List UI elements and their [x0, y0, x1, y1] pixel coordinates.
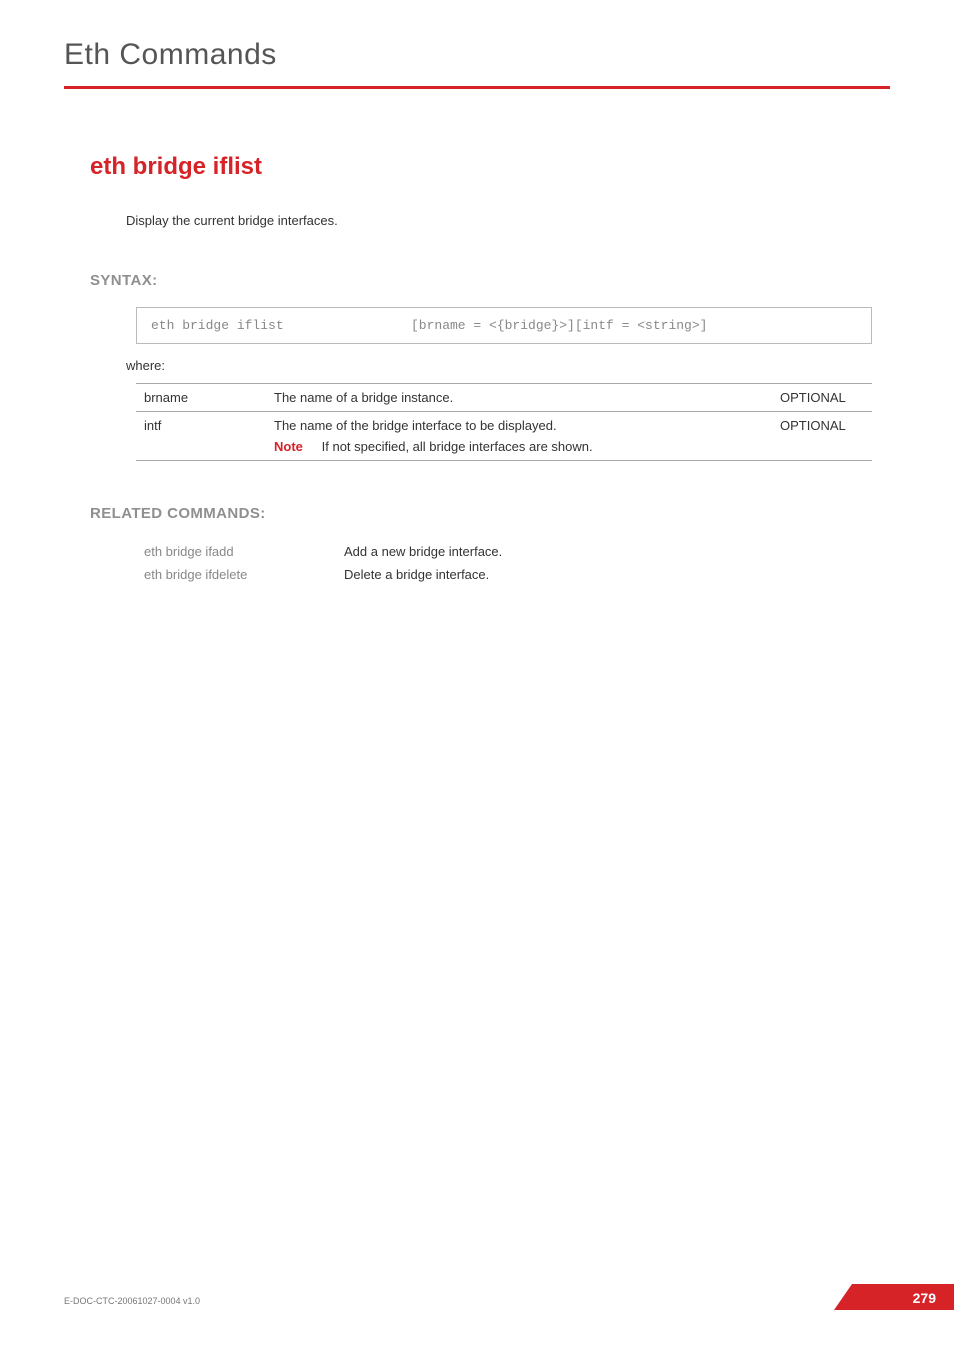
page: Eth Commands eth bridge iflist Display t… [0, 0, 954, 1350]
doc-id: E-DOC-CTC-20061027-0004 v1.0 [64, 1296, 200, 1306]
table-row: eth bridge ifdelete Delete a bridge inte… [136, 563, 872, 586]
header-rule [64, 86, 890, 89]
param-name: brname [136, 384, 266, 412]
running-head: Eth Commands [64, 38, 890, 72]
param-name: intf [136, 412, 266, 461]
related-name: eth bridge ifadd [136, 540, 336, 563]
where-label: where: [126, 358, 890, 373]
note-text: If not specified, all bridge interfaces … [322, 439, 593, 454]
related-heading: RELATED COMMANDS: [90, 505, 890, 522]
table-row: brname The name of a bridge instance. OP… [136, 384, 872, 412]
syntax-args: [brname = <{bridge}>][intf = <string>] [411, 318, 857, 333]
table-row: intf The name of the bridge interface to… [136, 412, 872, 461]
note-label: Note [274, 439, 318, 454]
param-desc-text: The name of the bridge interface to be d… [274, 418, 764, 433]
param-desc: The name of a bridge instance. [266, 384, 772, 412]
syntax-box: eth bridge iflist [brname = <{bridge}>][… [136, 307, 872, 344]
page-footer: E-DOC-CTC-20061027-0004 v1.0 279 [64, 1280, 954, 1310]
param-optional: OPTIONAL [772, 384, 872, 412]
syntax-heading: SYNTAX: [90, 272, 890, 289]
related-name: eth bridge ifdelete [136, 563, 336, 586]
table-row: eth bridge ifadd Add a new bridge interf… [136, 540, 872, 563]
related-desc: Delete a bridge interface. [336, 563, 872, 586]
params-table: brname The name of a bridge instance. OP… [136, 383, 872, 461]
command-title: eth bridge iflist [90, 153, 890, 181]
flag-shape-icon [834, 1284, 954, 1310]
param-note: Note If not specified, all bridge interf… [274, 439, 764, 454]
page-number: 279 [913, 1290, 936, 1306]
command-description: Display the current bridge interfaces. [126, 213, 890, 228]
page-number-flag: 279 [834, 1284, 954, 1310]
param-optional: OPTIONAL [772, 412, 872, 461]
param-desc: The name of the bridge interface to be d… [266, 412, 772, 461]
syntax-command: eth bridge iflist [151, 318, 411, 333]
related-commands-table: eth bridge ifadd Add a new bridge interf… [136, 540, 872, 586]
related-desc: Add a new bridge interface. [336, 540, 872, 563]
